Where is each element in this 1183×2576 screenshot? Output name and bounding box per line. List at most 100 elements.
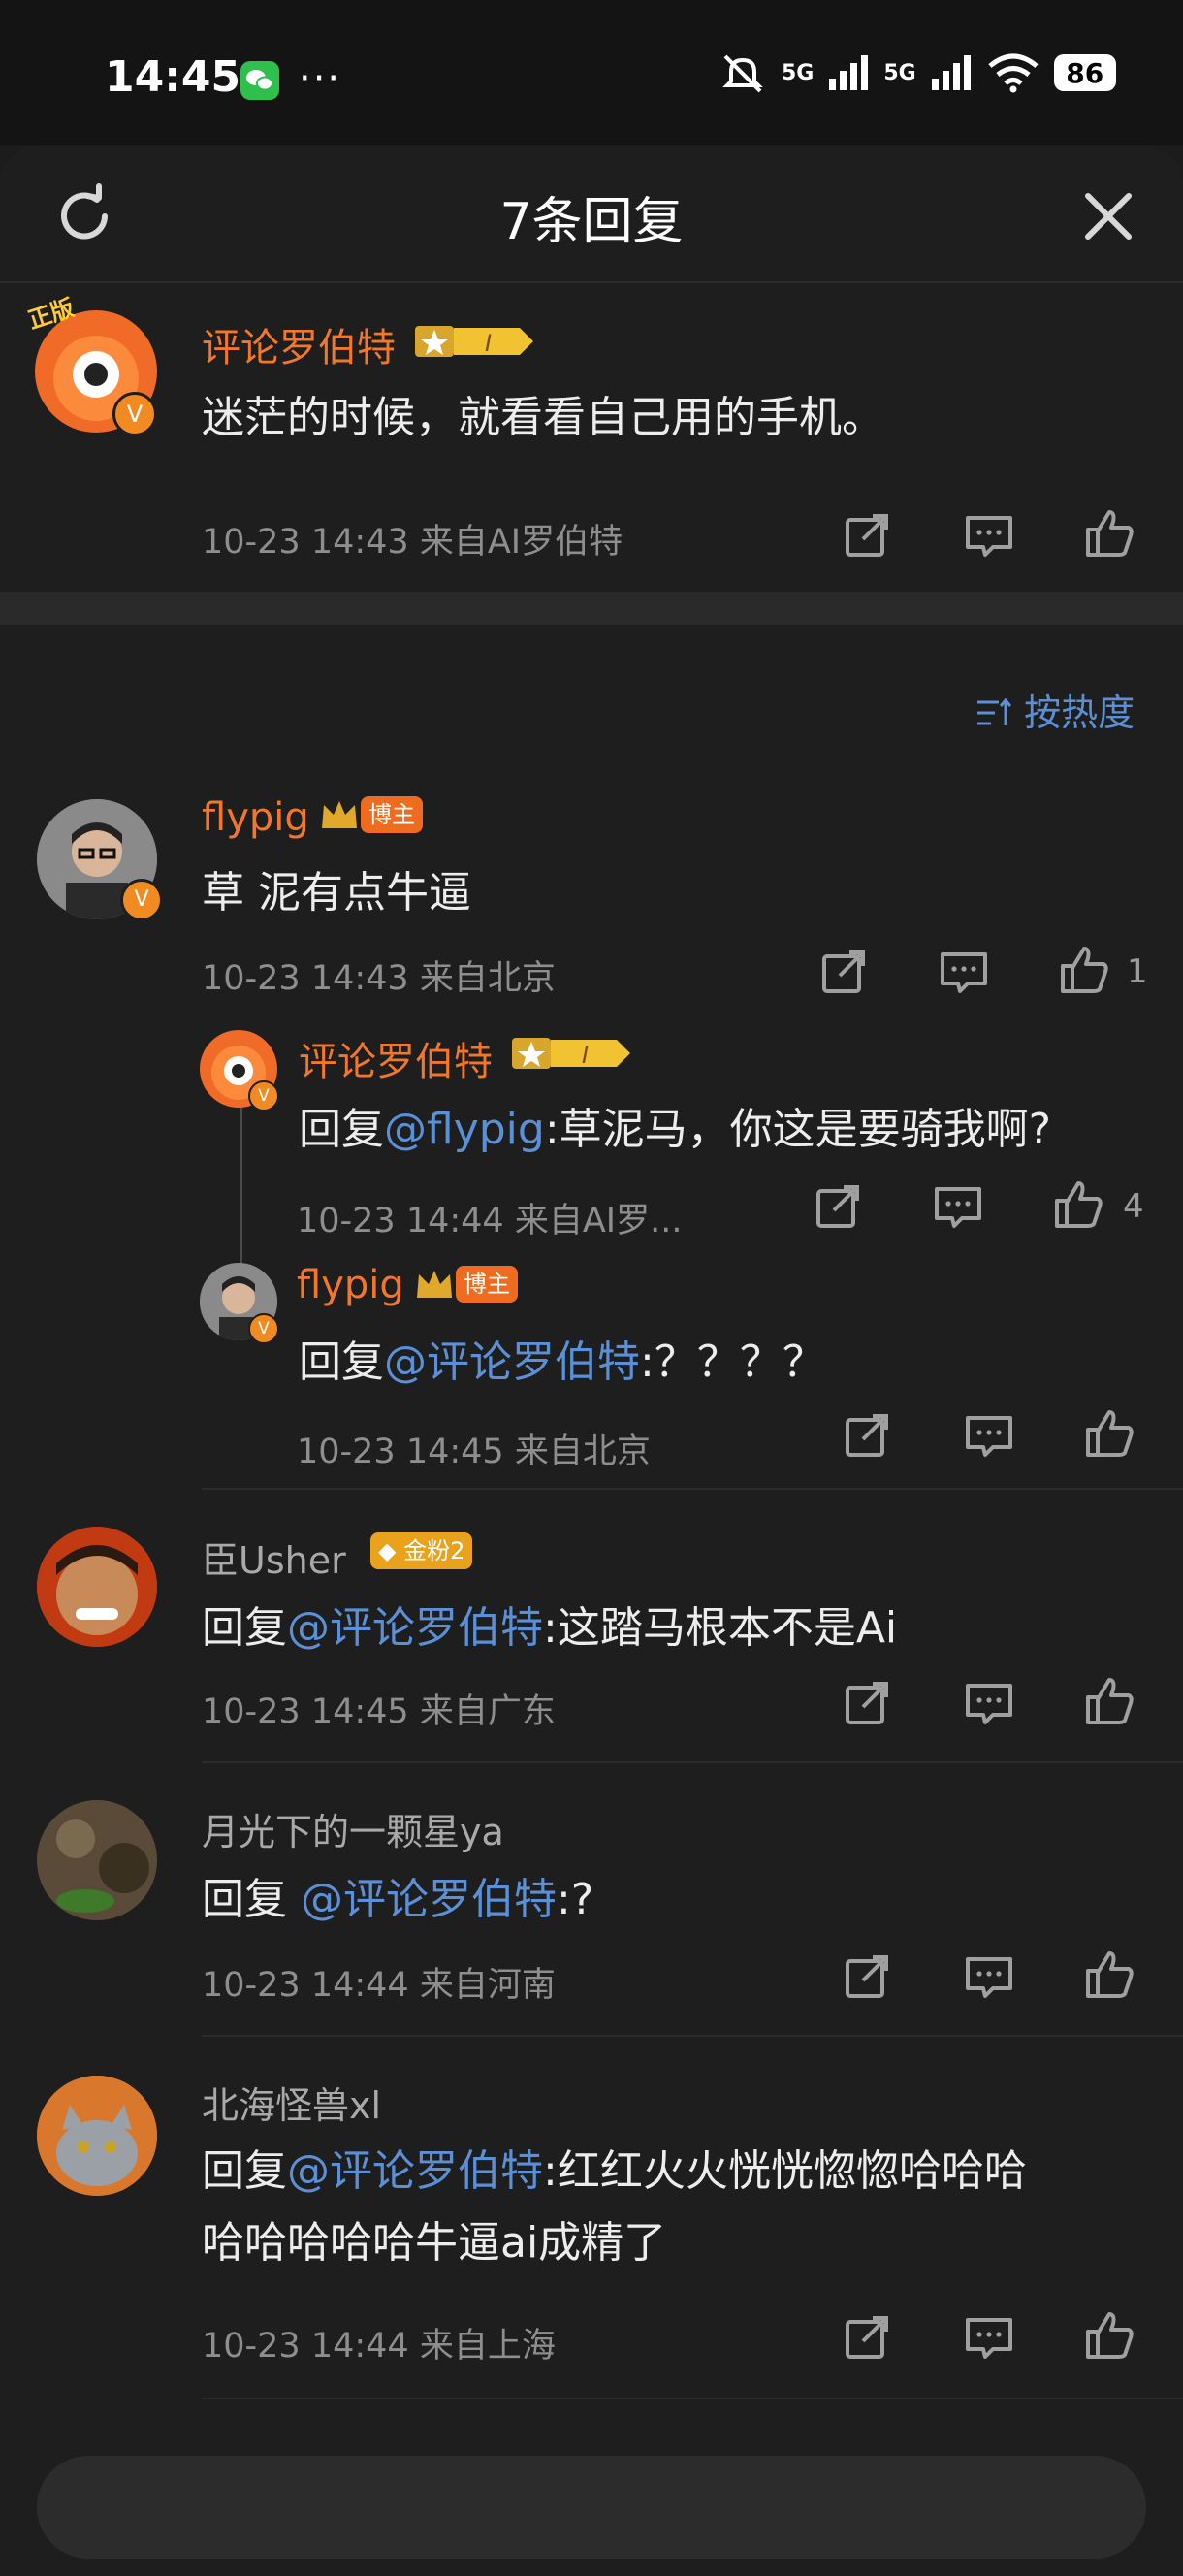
comment-text: 回复 @评论罗伯特:? [202,1864,593,1926]
like-icon[interactable] [1084,508,1135,559]
network-label-1: 5G [782,60,815,85]
fan-badge: ◆ 金粉2 [370,1532,473,1569]
comment-meta: 10-23 14:43 来自北京 [202,959,556,998]
fan-badge-text: 金粉2 [403,1537,465,1564]
status-icons: 5G 5G 86 [718,50,1116,95]
mention-link[interactable]: @评论罗伯特 [287,1603,543,1653]
fan-badge-icon: ◆ [378,1537,397,1564]
mention-link[interactable]: @评论罗伯特 [384,1337,640,1387]
comment-author[interactable]: 北海怪兽xl [202,2076,381,2129]
page-title: 7条回复 [499,193,684,251]
comment-text: 草 泥有点牛逼 [202,868,471,918]
reply-prefix: 回复 [202,1875,287,1924]
svg-text:I: I [485,330,492,357]
comment-text: 回复@评论罗伯特:这踏马根本不是Ai [202,1593,897,1655]
share-icon[interactable] [818,947,869,997]
reply-author[interactable]: flypig [297,1263,404,1307]
like-icon[interactable] [1084,1676,1135,1726]
sort-label: 按热度 [1024,692,1135,734]
reply-body: :这踏马根本不是Ai [543,1603,898,1653]
battery-icon: 86 [1053,54,1116,91]
signal-icon-2 [931,55,971,90]
status-time: 14:45 [105,52,241,102]
avatar[interactable] [37,1800,157,1920]
comment-icon[interactable] [964,1678,1014,1728]
reply-author[interactable]: 评论罗伯特 [299,1030,493,1086]
comment-icon[interactable] [964,1951,1014,2002]
verified-icon: V [112,392,157,436]
share-icon[interactable] [813,1181,863,1232]
reply-meta: 10-23 14:44 来自AI罗... [297,1202,683,1240]
sort-button[interactable]: 按热度 [975,683,1135,736]
sort-icon [977,697,1012,725]
svg-text:I: I [582,1042,589,1069]
share-icon[interactable] [842,2312,892,2363]
reply-prefix: 回复 [299,1337,384,1387]
reply-text: 回复@flypig:草泥马，你这是要骑我啊? [299,1094,1051,1156]
reply-text: 回复@评论罗伯特:？？？？ [299,1327,825,1389]
comment-meta: 10-23 14:43 来自AI罗伯特 [202,523,623,562]
like-count: 4 [1123,1187,1144,1226]
comment-icon[interactable] [964,1410,1014,1461]
like-icon[interactable] [1059,945,1109,995]
like-icon[interactable] [1084,1408,1135,1459]
verified-icon: V [120,879,163,921]
comment-author[interactable]: flypig [202,795,309,840]
comment-icon[interactable] [964,510,1014,561]
more-notifications-icon: ··· [299,56,342,101]
fan-badge-label: ◆ 金粉2 [370,1532,473,1569]
wechat-icon [240,61,279,100]
blogger-badge-label: 博主 [456,1266,518,1303]
close-icon[interactable] [1076,184,1140,248]
comment-author[interactable]: 月光下的一颗星ya [202,1802,504,1855]
comment-text: 回复@评论罗伯特:红红火火恍恍惚惚哈哈哈 [202,2136,1027,2198]
like-icon[interactable] [1084,1949,1135,2000]
mute-icon [722,54,763,93]
share-icon[interactable] [842,1678,892,1728]
comment-meta: 10-23 14:44 来自河南 [202,1966,556,2005]
thread-line [240,1079,242,1272]
level-badge-icon: I [415,320,535,367]
comment-icon[interactable] [939,947,989,997]
signal-icon [829,55,869,90]
comment-text: 迷茫的时候，就看看自己用的手机。 [202,393,884,442]
verified-icon: V [248,1080,279,1111]
section-gap [0,592,1183,625]
avatar[interactable] [37,1527,157,1647]
mention-link[interactable]: @flypig [384,1105,545,1154]
comment-icon[interactable] [933,1181,983,1232]
comment-divider [202,2035,1183,2037]
like-count: 1 [1127,952,1148,991]
reply-body: :草泥马，你这是要骑我啊? [544,1105,1052,1154]
comment-author[interactable]: 臣Usher [202,1530,346,1584]
network-label-2: 5G [883,60,916,85]
comment-text-line2: 哈哈哈哈哈牛逼ai成精了 [202,2218,667,2268]
comment-icon[interactable] [964,2312,1014,2363]
mention-link[interactable]: @评论罗伯特 [301,1875,557,1924]
comment-meta: 10-23 14:45 来自广东 [202,1692,556,1731]
share-icon[interactable] [842,1951,892,2002]
header-divider [0,281,1183,283]
crown-icon [417,1271,452,1298]
avatar[interactable] [37,2076,157,2196]
share-icon[interactable] [842,1410,892,1461]
share-icon[interactable] [842,510,892,561]
reply-prefix: 回复 [202,1603,287,1653]
wifi-icon [988,53,1039,93]
reply-prefix: 回复 [299,1105,384,1154]
reply-meta: 10-23 14:45 来自北京 [297,1433,651,1471]
verified-icon: V [248,1313,279,1344]
reply-body: :？？？？ [640,1337,825,1387]
comment-divider [202,1488,1183,1490]
like-icon[interactable] [1084,2310,1135,2361]
like-icon[interactable] [1053,1179,1103,1230]
blogger-badge-label: 博主 [361,796,423,833]
reply-body: :? [557,1875,594,1924]
comment-divider [202,2398,1183,2399]
reply-body: :红红火火恍恍惚惚哈哈哈 [543,2146,1027,2196]
reply-input[interactable] [37,2456,1146,2559]
blogger-badge: 博主 [318,795,423,834]
crown-icon [322,801,357,828]
comment-author[interactable]: 评论罗伯特 [202,316,396,372]
mention-link[interactable]: @评论罗伯特 [287,2146,543,2196]
